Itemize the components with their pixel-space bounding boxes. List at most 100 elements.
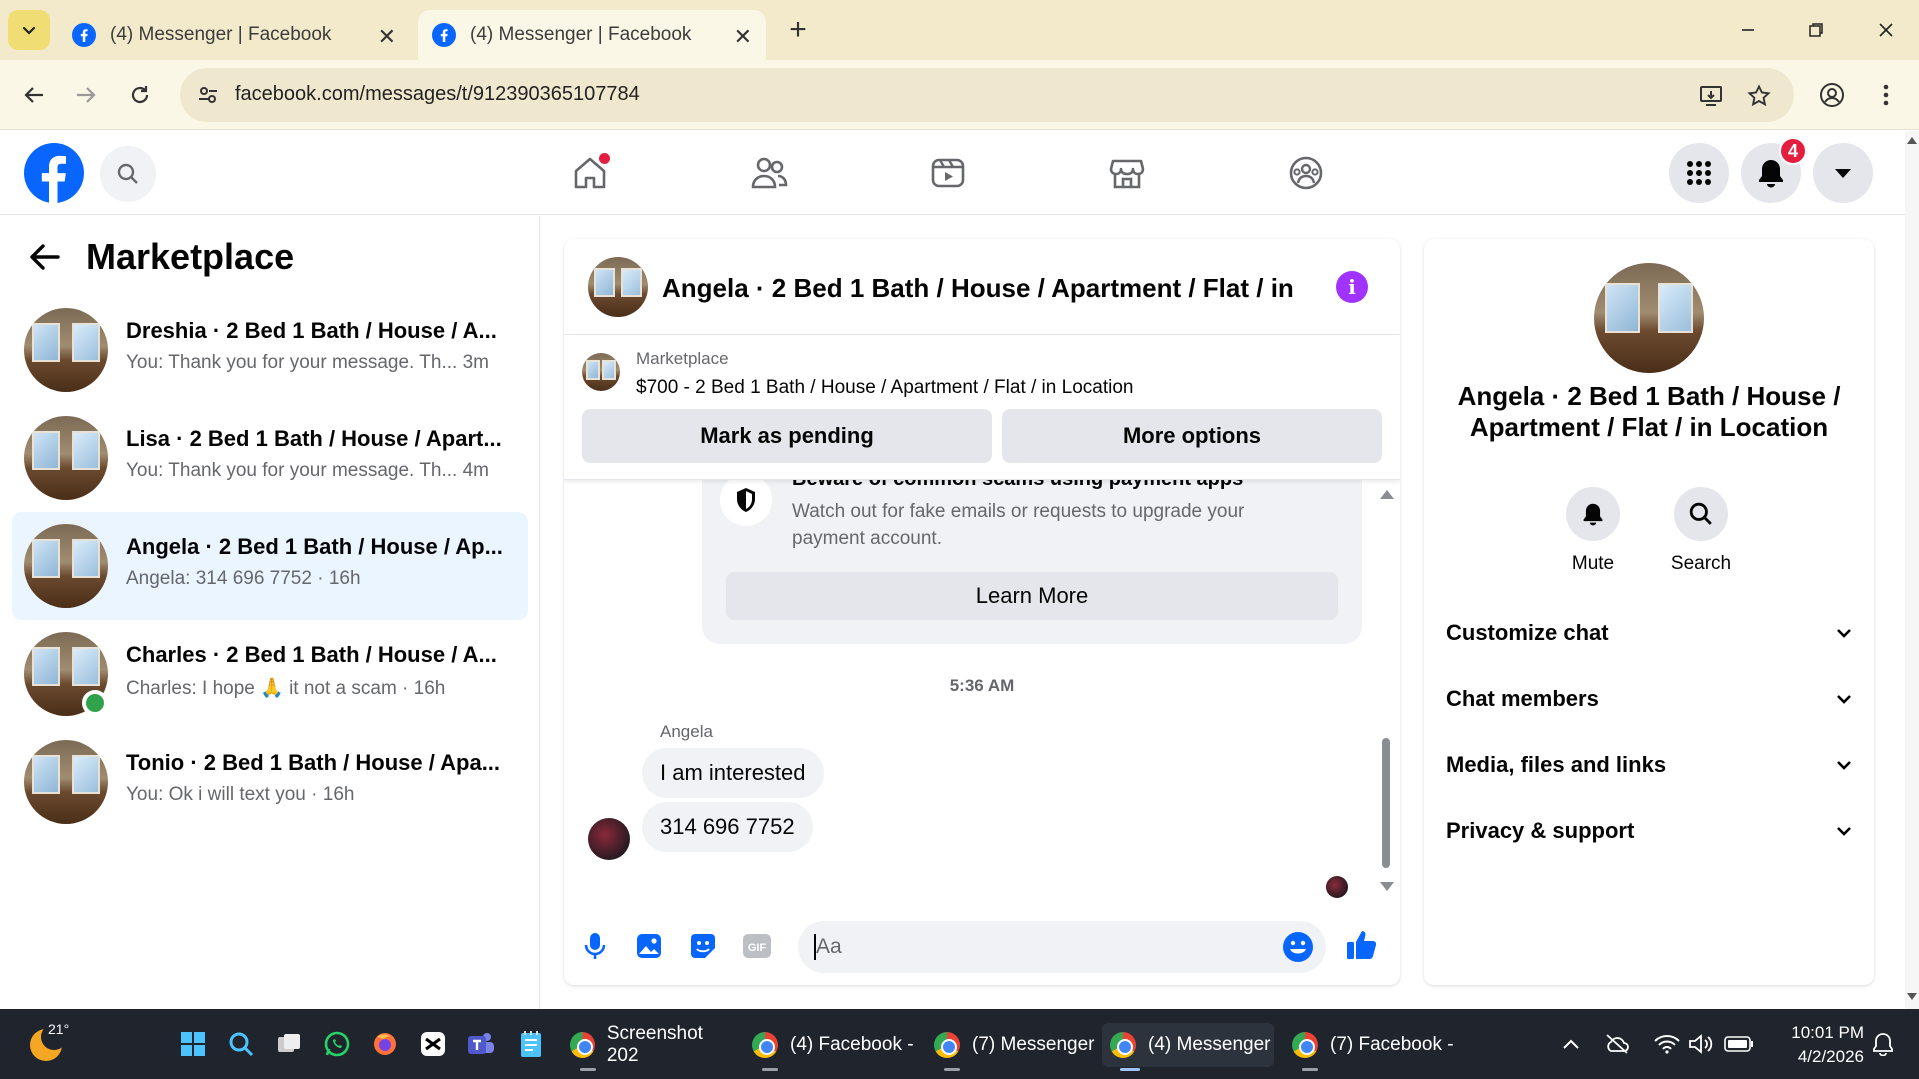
minimize-button[interactable] <box>1728 10 1768 50</box>
notifications-button[interactable]: 4 <box>1741 137 1807 203</box>
listing-title[interactable]: $700 - 2 Bed 1 Bath / House / Apartment … <box>636 377 1133 399</box>
media-files-links-section[interactable]: Media, files and links <box>1446 740 1852 790</box>
learn-more-button[interactable]: Learn More <box>726 572 1338 620</box>
weather-widget[interactable]: 21° <box>26 1019 69 1063</box>
windows-taskbar: 21° Screenshot 202 (4) Facebook - (7) Me… <box>0 1009 1919 1079</box>
taskbar-search-icon[interactable] <box>226 1029 256 1059</box>
chat-avatar[interactable] <box>588 257 648 317</box>
taskbar-clock[interactable]: 10:01 PM 4/2/2026 <box>1764 1021 1864 1069</box>
conversation-preview: You: Ok i will text you · 16h <box>126 784 355 805</box>
gif-icon[interactable]: GIF <box>740 929 774 963</box>
account-button[interactable] <box>1813 143 1873 203</box>
nav-marketplace[interactable] <box>1105 151 1149 195</box>
marketplace-icon <box>1109 159 1145 189</box>
address-bar[interactable]: facebook.com/messages/t/912390365107784 <box>180 68 1794 122</box>
taskbar-app-chrome[interactable]: Screenshot 202 <box>562 1023 734 1071</box>
search-in-conversation-button[interactable]: Search <box>1656 487 1746 575</box>
message-input-placeholder: Aa <box>816 935 842 958</box>
facebook-search-button[interactable] <box>100 146 156 202</box>
listing-thumbnail[interactable] <box>582 353 620 391</box>
conversation-name: Lisa · 2 Bed 1 Bath / House / Apart... <box>126 426 502 451</box>
scam-warning-text: Watch out for fake emails or requests to… <box>792 501 1245 549</box>
facebook-logo-icon[interactable] <box>24 143 84 203</box>
taskbar-app-chrome[interactable]: (7) Messenger <box>926 1023 1098 1071</box>
wifi-icon[interactable] <box>1652 1029 1682 1059</box>
taskbar-app-label: (7) Facebook - <box>1330 1034 1454 1055</box>
taskbar-app-chrome-active[interactable]: (4) Messenger <box>1102 1023 1274 1071</box>
scroll-down-arrow-icon[interactable] <box>1380 882 1394 891</box>
volume-icon[interactable] <box>1686 1029 1716 1059</box>
conversation-item[interactable]: Dreshia · 2 Bed 1 Bath / House / A... Yo… <box>12 296 528 404</box>
notification-center-icon[interactable] <box>1868 1029 1898 1059</box>
profile-button[interactable] <box>1812 75 1852 115</box>
nav-home[interactable] <box>568 151 612 195</box>
nav-groups[interactable] <box>1284 151 1328 195</box>
close-window-button[interactable] <box>1866 10 1906 50</box>
thumbs-up-icon[interactable] <box>1344 927 1380 963</box>
scroll-up-arrow-icon[interactable] <box>1907 137 1917 144</box>
menu-button[interactable] <box>1669 143 1729 203</box>
back-arrow-icon[interactable] <box>28 243 60 271</box>
conversation-item[interactable]: Lisa · 2 Bed 1 Bath / House / Apart... Y… <box>12 404 528 512</box>
browser-tab-active[interactable]: (4) Messenger | Facebook ✕ <box>418 10 766 60</box>
scrollbar-thumb[interactable] <box>1382 738 1390 868</box>
nav-friends[interactable] <box>747 151 791 195</box>
scroll-down-arrow-icon[interactable] <box>1907 993 1917 1000</box>
emoji-icon[interactable] <box>1282 931 1314 963</box>
video-icon <box>931 158 965 188</box>
page-scrollbar[interactable] <box>1905 131 1919 1009</box>
caret-down-icon <box>1835 169 1851 178</box>
scroll-up-arrow-icon[interactable] <box>1380 490 1394 499</box>
sticker-icon[interactable] <box>686 929 720 963</box>
whatsapp-icon[interactable] <box>322 1029 352 1059</box>
chevron-up-icon[interactable] <box>1556 1029 1586 1059</box>
notepad-icon[interactable] <box>516 1029 546 1059</box>
task-view-icon[interactable] <box>274 1029 304 1059</box>
more-vertical-icon <box>1883 84 1889 106</box>
message-input[interactable]: Aa <box>798 921 1326 973</box>
chat-title[interactable]: Angela · 2 Bed 1 Bath / House / Apartmen… <box>662 273 1302 304</box>
privacy-support-section[interactable]: Privacy & support <box>1446 806 1852 856</box>
site-settings-icon[interactable] <box>196 83 220 107</box>
more-options-button[interactable]: More options <box>1002 409 1382 463</box>
install-app-icon[interactable] <box>1696 81 1726 111</box>
sender-avatar[interactable] <box>588 818 630 860</box>
back-button[interactable] <box>14 75 54 115</box>
mute-button[interactable]: Mute <box>1548 487 1638 575</box>
browser-menu-button[interactable] <box>1866 75 1906 115</box>
capcut-icon[interactable] <box>418 1029 448 1059</box>
chat-scrollbar[interactable] <box>1378 480 1394 900</box>
conversation-item[interactable]: Charles · 2 Bed 1 Bath / House / A... Ch… <box>12 620 528 728</box>
taskbar-app-label: Screenshot 202 <box>606 1023 703 1066</box>
taskbar-app-chrome[interactable]: (4) Facebook - <box>744 1023 916 1071</box>
taskbar-app-chrome[interactable]: (7) Facebook - <box>1284 1023 1456 1071</box>
tab-close-icon[interactable]: ✕ <box>378 24 396 50</box>
customize-chat-section[interactable]: Customize chat <box>1446 608 1852 658</box>
mark-as-pending-button[interactable]: Mark as pending <box>582 409 992 463</box>
nav-video[interactable] <box>926 151 970 195</box>
reload-button[interactable] <box>120 75 160 115</box>
photo-icon[interactable] <box>632 929 666 963</box>
teams-icon[interactable] <box>466 1029 496 1059</box>
microphone-icon[interactable] <box>578 929 612 963</box>
chat-members-section[interactable]: Chat members <box>1446 674 1852 724</box>
windows-start-icon[interactable] <box>178 1029 208 1059</box>
url-text[interactable]: facebook.com/messages/t/912390365107784 <box>235 83 640 106</box>
message-bubble[interactable]: I am interested <box>642 748 824 798</box>
contact-avatar[interactable] <box>1594 263 1704 373</box>
firefox-icon[interactable] <box>370 1029 400 1059</box>
notification-badge: 4 <box>1779 137 1807 165</box>
bookmark-star-icon[interactable] <box>1744 81 1774 111</box>
conversation-item[interactable]: Tonio · 2 Bed 1 Bath / House / Apa... Yo… <box>12 728 528 836</box>
browser-tab[interactable]: (4) Messenger | Facebook ✕ <box>58 10 410 60</box>
tab-search-button[interactable] <box>8 10 50 50</box>
restore-button[interactable] <box>1796 10 1836 50</box>
cloud-off-icon[interactable] <box>1602 1029 1632 1059</box>
message-bubble[interactable]: 314 696 7752 <box>642 802 813 852</box>
info-icon[interactable]: i <box>1336 271 1368 303</box>
tab-close-icon[interactable]: ✕ <box>734 24 752 50</box>
new-tab-button[interactable]: + <box>780 12 816 48</box>
conversation-item-active[interactable]: Angela · 2 Bed 1 Bath / House / Ap... An… <box>12 512 528 620</box>
battery-icon[interactable] <box>1724 1029 1754 1059</box>
forward-button[interactable] <box>66 75 106 115</box>
